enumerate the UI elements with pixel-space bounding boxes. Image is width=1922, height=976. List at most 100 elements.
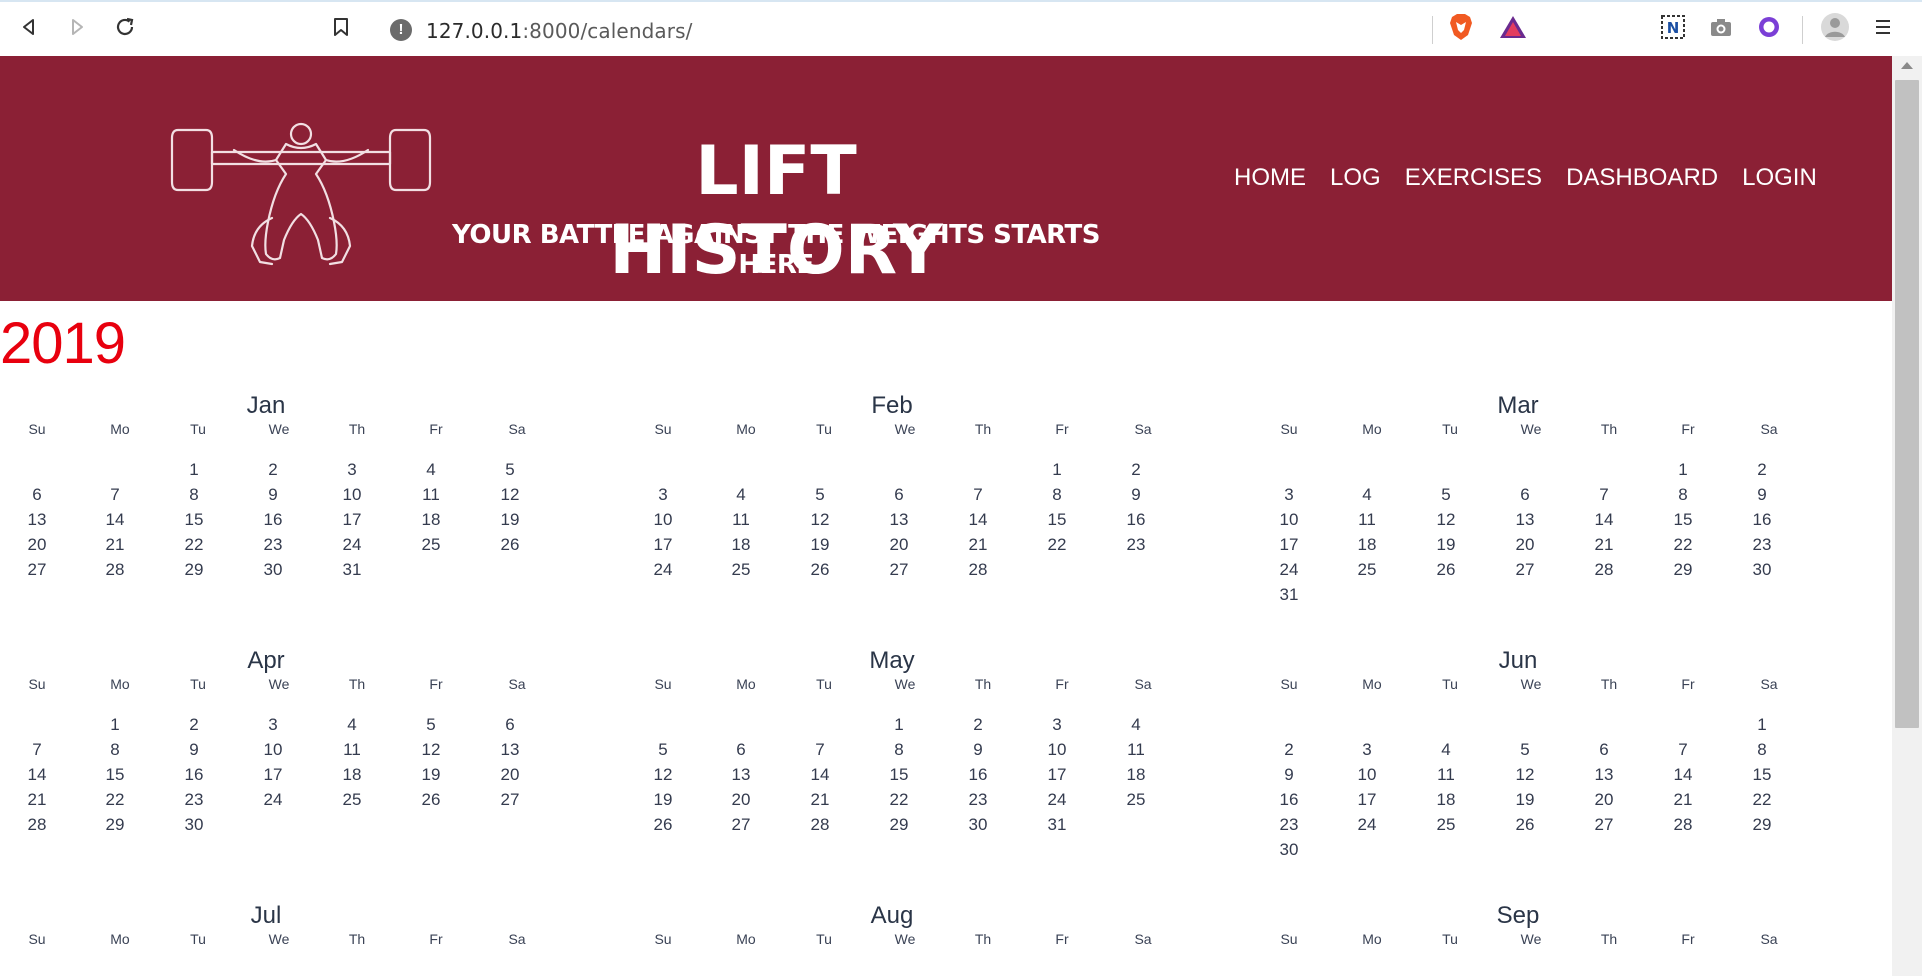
day-cell[interactable]: 7: [17, 740, 57, 760]
day-cell[interactable]: 17: [253, 765, 293, 785]
day-cell[interactable]: 21: [17, 790, 57, 810]
day-cell[interactable]: 25: [721, 560, 761, 580]
day-cell[interactable]: 2: [253, 460, 293, 480]
day-cell[interactable]: 21: [1663, 790, 1703, 810]
day-cell[interactable]: 14: [17, 765, 57, 785]
day-cell[interactable]: 19: [800, 535, 840, 555]
day-cell[interactable]: 14: [1584, 510, 1624, 530]
day-cell[interactable]: 19: [490, 510, 530, 530]
day-cell[interactable]: 7: [800, 740, 840, 760]
day-cell[interactable]: 20: [1505, 535, 1545, 555]
day-cell[interactable]: 27: [490, 790, 530, 810]
back-button[interactable]: [14, 12, 44, 42]
day-cell[interactable]: 29: [95, 815, 135, 835]
day-cell[interactable]: 9: [253, 485, 293, 505]
day-cell[interactable]: 11: [1347, 510, 1387, 530]
day-cell[interactable]: 7: [1584, 485, 1624, 505]
day-cell[interactable]: 13: [721, 765, 761, 785]
day-cell[interactable]: 3: [253, 715, 293, 735]
day-cell[interactable]: 6: [721, 740, 761, 760]
nav-exercises[interactable]: EXERCISES: [1405, 164, 1542, 192]
day-cell[interactable]: 7: [958, 485, 998, 505]
day-cell[interactable]: 1: [95, 715, 135, 735]
day-cell[interactable]: 24: [253, 790, 293, 810]
day-cell[interactable]: 5: [1505, 740, 1545, 760]
day-cell[interactable]: 30: [253, 560, 293, 580]
reload-button[interactable]: [110, 12, 140, 42]
day-cell[interactable]: 5: [411, 715, 451, 735]
day-cell[interactable]: 22: [174, 535, 214, 555]
day-cell[interactable]: 2: [1269, 740, 1309, 760]
day-cell[interactable]: 30: [958, 815, 998, 835]
day-cell[interactable]: 28: [1663, 815, 1703, 835]
day-cell[interactable]: 26: [1426, 560, 1466, 580]
day-cell[interactable]: 8: [1742, 740, 1782, 760]
page-scrollbar[interactable]: [1892, 56, 1922, 976]
brave-rewards-button[interactable]: [1498, 12, 1528, 42]
day-cell[interactable]: 18: [332, 765, 372, 785]
day-cell[interactable]: 14: [95, 510, 135, 530]
day-cell[interactable]: 6: [1505, 485, 1545, 505]
day-cell[interactable]: 13: [490, 740, 530, 760]
day-cell[interactable]: 7: [95, 485, 135, 505]
day-cell[interactable]: 23: [253, 535, 293, 555]
day-cell[interactable]: 10: [332, 485, 372, 505]
day-cell[interactable]: 15: [879, 765, 919, 785]
day-cell[interactable]: 3: [1347, 740, 1387, 760]
day-cell[interactable]: 22: [1037, 535, 1077, 555]
day-cell[interactable]: 9: [1269, 765, 1309, 785]
day-cell[interactable]: 14: [958, 510, 998, 530]
day-cell[interactable]: 9: [1116, 485, 1156, 505]
day-cell[interactable]: 31: [1269, 585, 1309, 605]
day-cell[interactable]: 1: [1663, 460, 1703, 480]
day-cell[interactable]: 3: [643, 485, 683, 505]
day-cell[interactable]: 20: [879, 535, 919, 555]
day-cell[interactable]: 15: [1663, 510, 1703, 530]
day-cell[interactable]: 14: [800, 765, 840, 785]
day-cell[interactable]: 16: [253, 510, 293, 530]
day-cell[interactable]: 17: [1037, 765, 1077, 785]
day-cell[interactable]: 30: [1269, 840, 1309, 860]
day-cell[interactable]: 18: [1426, 790, 1466, 810]
day-cell[interactable]: 12: [490, 485, 530, 505]
day-cell[interactable]: 5: [490, 460, 530, 480]
day-cell[interactable]: 9: [174, 740, 214, 760]
day-cell[interactable]: 6: [1584, 740, 1624, 760]
day-cell[interactable]: 13: [879, 510, 919, 530]
day-cell[interactable]: 22: [95, 790, 135, 810]
day-cell[interactable]: 25: [1116, 790, 1156, 810]
day-cell[interactable]: 22: [1663, 535, 1703, 555]
day-cell[interactable]: 31: [1037, 815, 1077, 835]
day-cell[interactable]: 16: [1116, 510, 1156, 530]
day-cell[interactable]: 12: [411, 740, 451, 760]
day-cell[interactable]: 16: [958, 765, 998, 785]
day-cell[interactable]: 24: [1347, 815, 1387, 835]
day-cell[interactable]: 11: [332, 740, 372, 760]
day-cell[interactable]: 13: [17, 510, 57, 530]
day-cell[interactable]: 10: [1037, 740, 1077, 760]
day-cell[interactable]: 1: [1037, 460, 1077, 480]
day-cell[interactable]: 11: [411, 485, 451, 505]
day-cell[interactable]: 28: [800, 815, 840, 835]
day-cell[interactable]: 4: [1116, 715, 1156, 735]
bookmark-button[interactable]: [326, 12, 356, 42]
day-cell[interactable]: 24: [1037, 790, 1077, 810]
day-cell[interactable]: 25: [1426, 815, 1466, 835]
day-cell[interactable]: 22: [1742, 790, 1782, 810]
day-cell[interactable]: 27: [1584, 815, 1624, 835]
day-cell[interactable]: 5: [1426, 485, 1466, 505]
day-cell[interactable]: 17: [643, 535, 683, 555]
day-cell[interactable]: 20: [17, 535, 57, 555]
screenshot-extension-button[interactable]: [1706, 12, 1736, 42]
day-cell[interactable]: 23: [1742, 535, 1782, 555]
brave-shields-button[interactable]: [1446, 12, 1476, 42]
day-cell[interactable]: 12: [1505, 765, 1545, 785]
day-cell[interactable]: 4: [1347, 485, 1387, 505]
day-cell[interactable]: 4: [1426, 740, 1466, 760]
nav-home[interactable]: HOME: [1234, 164, 1306, 192]
day-cell[interactable]: 21: [1584, 535, 1624, 555]
day-cell[interactable]: 6: [17, 485, 57, 505]
day-cell[interactable]: 4: [332, 715, 372, 735]
scroll-thumb[interactable]: [1895, 80, 1919, 728]
day-cell[interactable]: 9: [1742, 485, 1782, 505]
